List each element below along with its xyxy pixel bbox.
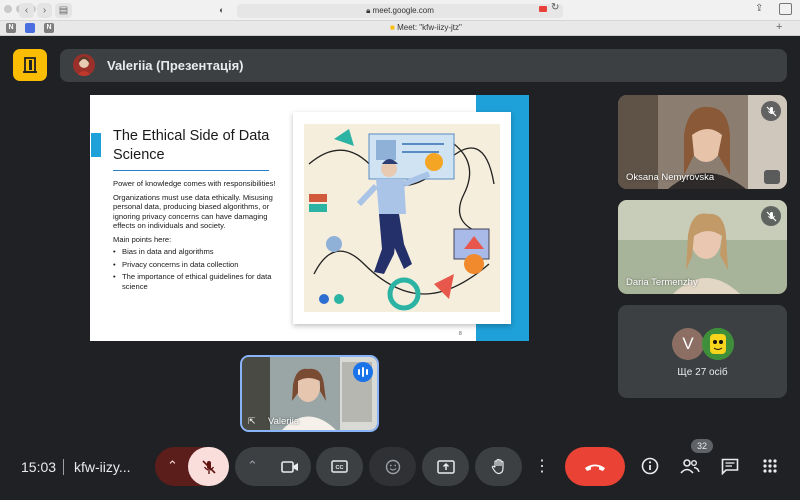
participant-avatar-image <box>702 328 734 360</box>
share-icon[interactable]: ⇪ <box>755 3 763 14</box>
people-count-badge: 32 <box>691 439 713 453</box>
captions-button[interactable]: CC <box>316 447 363 486</box>
new-tab-button[interactable]: + <box>776 21 782 33</box>
presentation-slide: The Ethical Side of Data Science Power o… <box>90 95 529 341</box>
more-options-button[interactable]: ⋮ <box>528 447 556 486</box>
raise-hand-button[interactable] <box>475 447 522 486</box>
slide-point: The importance of ethical guidelines for… <box>113 272 278 291</box>
pin-tile-icon[interactable] <box>764 170 780 184</box>
more-participants-tile[interactable]: V Ще 27 осіб <box>618 305 787 398</box>
privacy-shield-icon[interactable]: ◐ <box>219 4 231 17</box>
closed-captions-icon: CC <box>331 460 348 473</box>
slide-title: The Ethical Side of Data Science <box>113 128 270 163</box>
people-button[interactable] <box>676 452 704 480</box>
speaking-indicator-icon <box>353 362 373 382</box>
slide-illustration-frame <box>293 112 511 324</box>
self-view-name: Valeriia <box>268 416 299 427</box>
presenter-avatar <box>73 54 95 76</box>
meeting-details-button[interactable] <box>636 452 664 480</box>
slide-paragraph: Organizations must use data ethically. M… <box>113 192 273 231</box>
more-participants-label: Ще 27 осіб <box>677 367 728 378</box>
hand-icon <box>491 458 504 475</box>
browser-toolbar: ‹ › ▤ ◐ 🔒︎ meet.google.com ↻ ⇪ <box>0 0 800 21</box>
close-window-button[interactable] <box>4 5 12 13</box>
participant-tile-daria[interactable]: Daria Termenzhy <box>618 200 787 294</box>
meeting-clock: 15:03 <box>21 459 57 475</box>
slide-points-heading: Main points here: <box>113 234 172 244</box>
address-text: meet.google.com <box>372 6 434 15</box>
door-icon <box>23 57 37 73</box>
slide-title-marker <box>91 133 101 157</box>
participant-name: Oksana Nemyrovska <box>626 172 715 183</box>
present-screen-button[interactable] <box>422 447 469 486</box>
chevron-up-icon[interactable]: ⌃ <box>247 458 258 474</box>
muted-mic-icon <box>761 101 781 121</box>
leave-call-button[interactable] <box>565 447 625 486</box>
mic-off-icon <box>201 459 216 474</box>
bottom-bar-divider <box>63 459 64 475</box>
people-icon <box>680 459 700 474</box>
self-pin-icon: ⇱ <box>248 416 256 426</box>
reload-icon[interactable]: ↻ <box>551 2 559 13</box>
slide-body: Power of knowledge comes with responsibi… <box>113 179 278 291</box>
chat-icon <box>721 458 739 475</box>
slide-page-marker: 8 <box>459 331 462 337</box>
back-button[interactable]: ‹ <box>19 3 34 18</box>
tab-strip: N N ■ Meet: "kfw-iizy-jtz" + <box>0 21 800 36</box>
chevron-up-icon: ⌃ <box>167 458 178 473</box>
pinned-tab-chrome-icon[interactable] <box>25 23 35 33</box>
meet-logo[interactable] <box>13 49 47 81</box>
reactions-button[interactable] <box>369 447 416 486</box>
pinned-tab-notion[interactable]: N <box>6 23 16 33</box>
info-icon <box>641 457 659 475</box>
activities-button[interactable] <box>756 452 784 480</box>
microphone-toggle-button[interactable] <box>188 447 229 486</box>
hang-up-icon <box>585 464 605 471</box>
active-tab[interactable]: ■ Meet: "kfw-iizy-jtz" <box>390 23 462 32</box>
camera-icon <box>281 460 298 473</box>
presenter-bar: Valeriia (Презентація) <box>60 49 787 82</box>
muted-mic-icon <box>761 206 781 226</box>
meet-tab-icon: ■ <box>390 23 395 32</box>
address-bar[interactable]: 🔒︎ meet.google.com <box>237 4 563 18</box>
tab-overview-icon[interactable] <box>779 3 792 15</box>
slide-intro: Power of knowledge comes with responsibi… <box>113 179 276 188</box>
presenter-name: Valeriia (Презентація) <box>107 58 244 73</box>
recording-icon <box>539 6 547 12</box>
apps-grid-icon <box>763 459 777 473</box>
present-icon <box>436 459 455 474</box>
video-options-group: ⌃ <box>235 447 311 486</box>
sidebar-toggle-icon[interactable]: ▤ <box>55 3 72 18</box>
participant-avatar: V <box>672 328 704 360</box>
pinned-tab-notion-2[interactable]: N <box>44 23 54 33</box>
meeting-code[interactable]: kfw-iizy... <box>74 459 131 475</box>
data-science-illustration <box>304 124 500 312</box>
slide-point: Privacy concerns in data collection <box>113 260 278 270</box>
participant-name: Daria Termenzhy <box>626 277 698 288</box>
slide-point: Bias in data and algorithms <box>113 247 278 257</box>
svg-text:CC: CC <box>336 465 344 471</box>
more-vert-icon: ⋮ <box>534 457 550 475</box>
chat-button[interactable] <box>716 452 744 480</box>
slide-divider <box>113 170 269 171</box>
camera-toggle-button[interactable] <box>269 447 311 486</box>
slide-points-list: Bias in data and algorithms Privacy conc… <box>113 247 278 291</box>
emoji-icon <box>385 459 400 474</box>
participant-tile-oksana[interactable]: Oksana Nemyrovska <box>618 95 787 189</box>
forward-button[interactable]: › <box>37 3 52 18</box>
active-tab-title: Meet: "kfw-iizy-jtz" <box>397 23 462 32</box>
self-view-tile[interactable]: ⇱ Valeriia <box>240 355 379 432</box>
